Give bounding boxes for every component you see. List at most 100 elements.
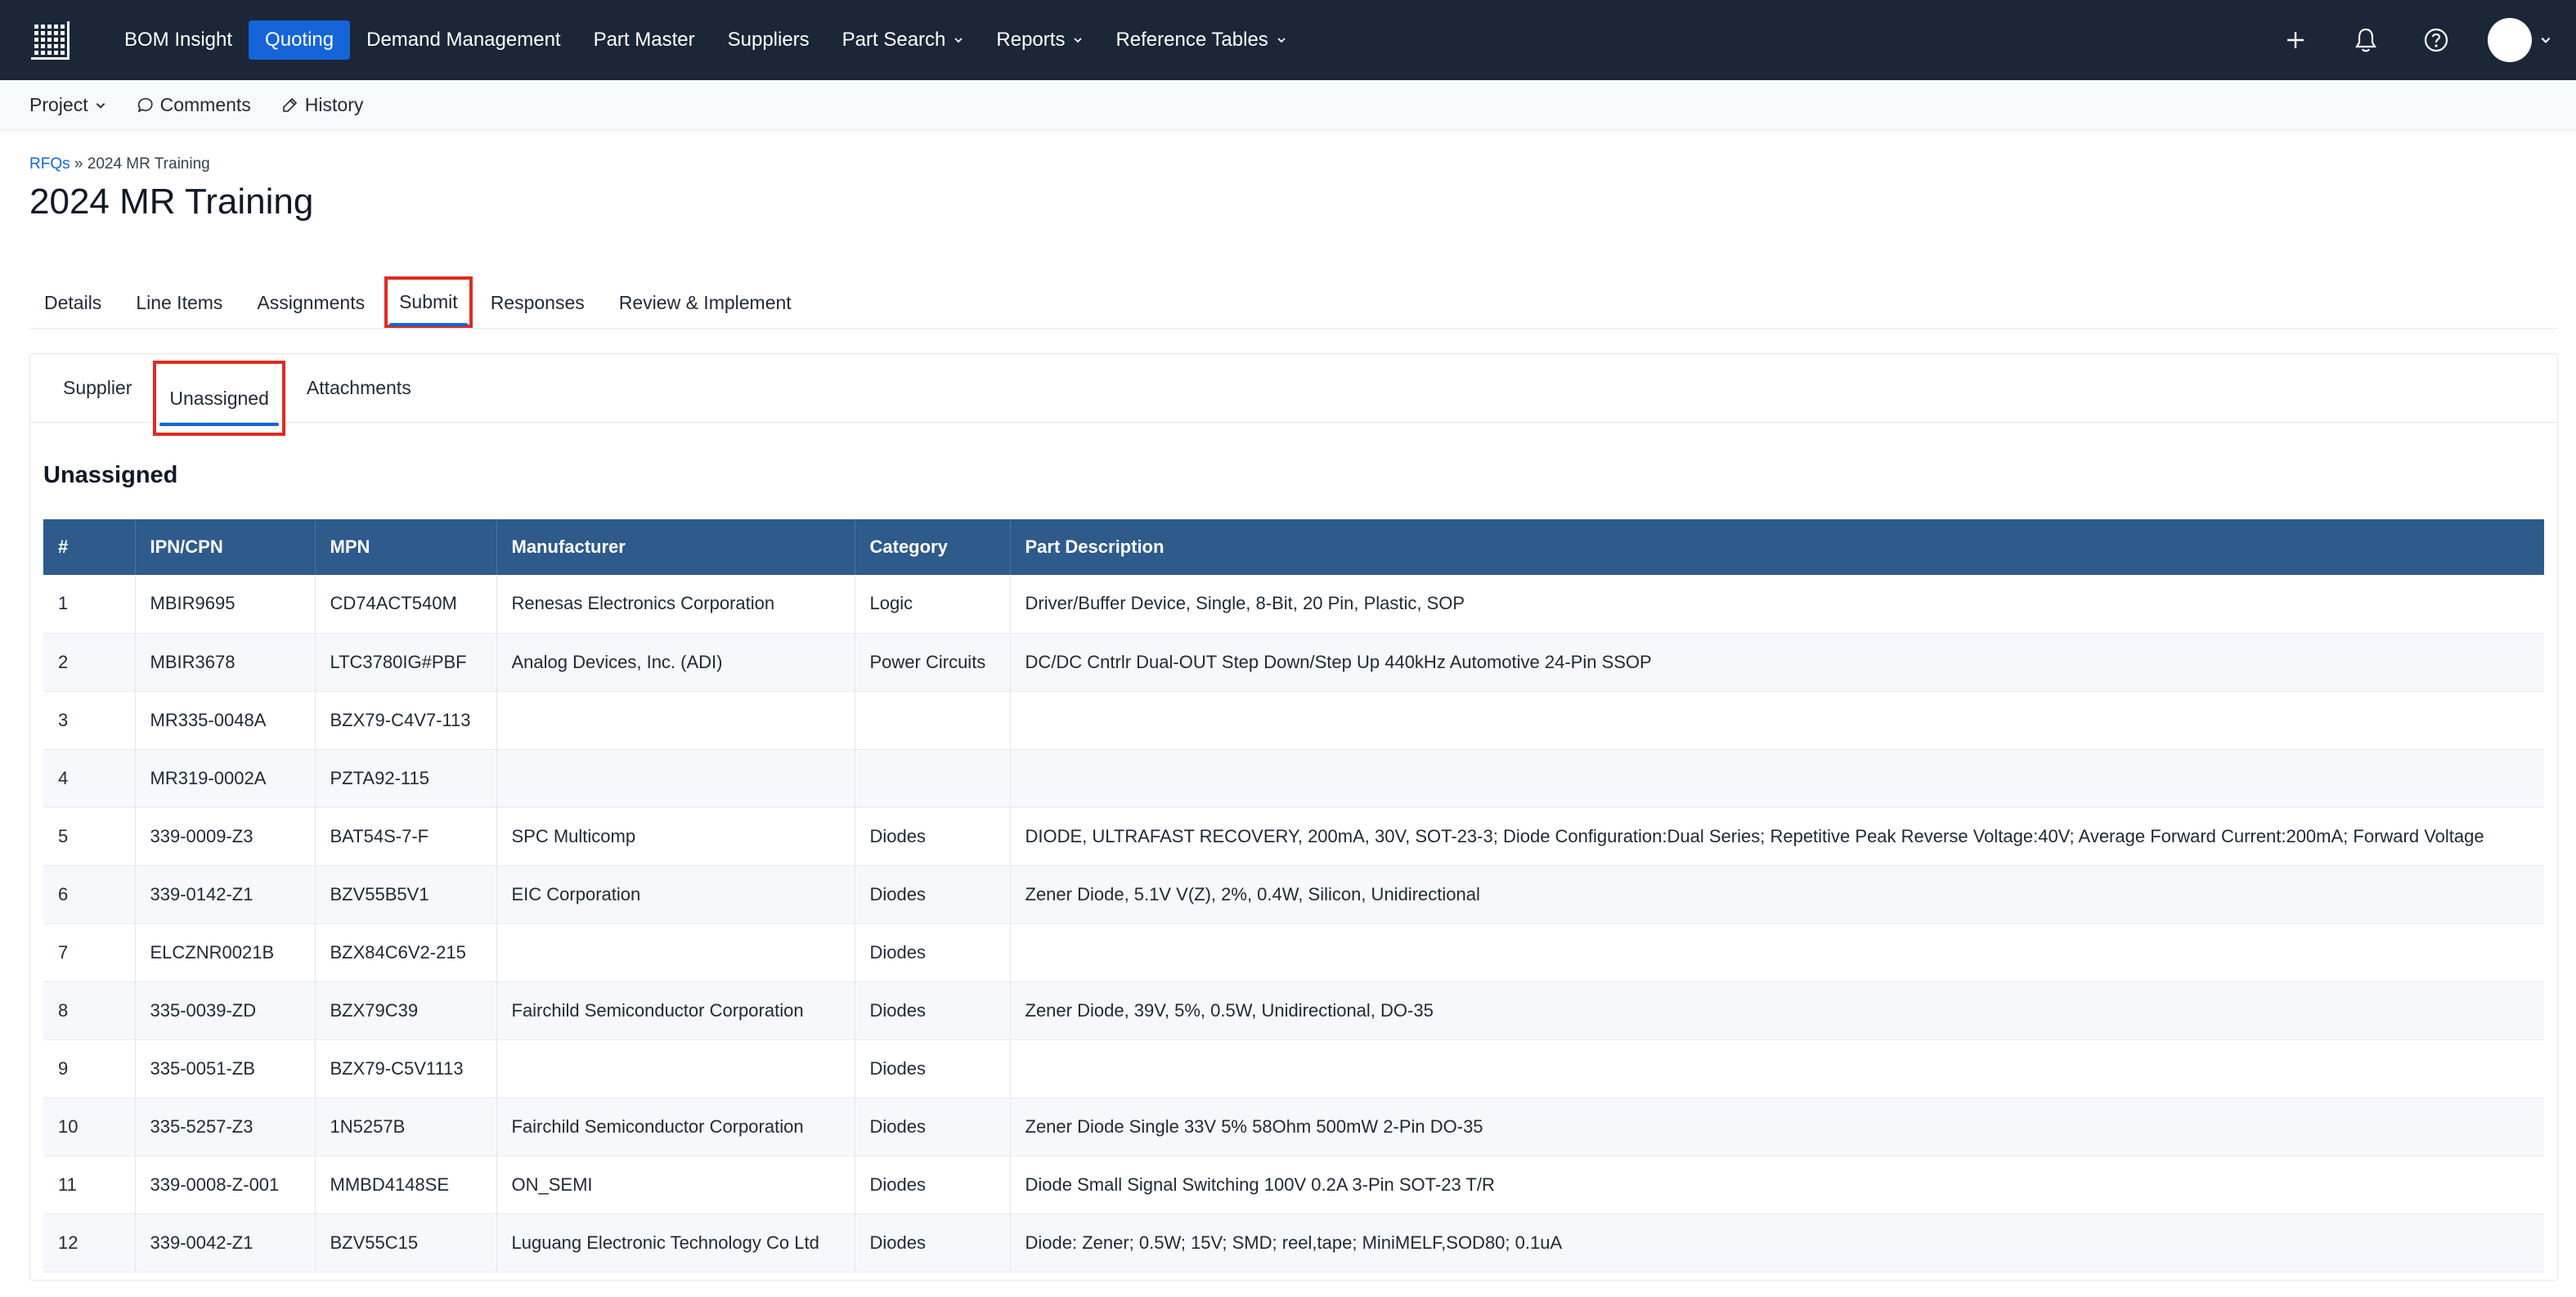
column-header-ipn-cpn[interactable]: IPN/CPN (135, 519, 316, 575)
nav-reports[interactable]: Reports (980, 20, 1099, 60)
cell-manufacturer (496, 691, 855, 750)
nav-label: Quoting (265, 29, 334, 51)
add-button[interactable] (2260, 0, 2331, 80)
cell-ipn-cpn: 335-0039-ZD (135, 981, 316, 1040)
cell-ipn-cpn: MR319-0002A (135, 749, 316, 808)
subtab-label: Attachments (306, 377, 411, 398)
table-row[interactable]: 4 MR319-0002A PZTA92-115 (43, 749, 2544, 808)
cell-number: 5 (43, 807, 136, 866)
tab-submit[interactable]: Submit (384, 276, 473, 328)
page-title: 2024 MR Training (29, 182, 314, 222)
table-row[interactable]: 5 339-0009-Z3 BAT54S-7-F SPC Multicomp Diode… (43, 807, 2544, 866)
cell-manufacturer: ON_SEMI (496, 1156, 855, 1214)
project-dropdown[interactable]: Project (29, 94, 106, 116)
column-header-part-description[interactable]: Part Description (1010, 519, 2544, 575)
table-row[interactable]: 10 335-5257-Z3 1N5257B Fairchild Semiconduc… (43, 1097, 2544, 1156)
comments-label: Comments (159, 94, 251, 115)
column-header-mpn[interactable]: MPN (315, 519, 497, 575)
column-header-manufacturer[interactable]: Manufacturer (496, 519, 855, 575)
tab-details[interactable]: Details (29, 278, 116, 328)
cell-part-description (1010, 691, 2544, 750)
nav-right-actions (2260, 0, 2576, 80)
nav-reference-tables[interactable]: Reference Tables (1099, 20, 1302, 60)
tab-assignments[interactable]: Assignments (242, 278, 379, 328)
cell-number: 12 (43, 1214, 136, 1272)
unassigned-table-wrapper[interactable]: # IPN/CPN MPN Manufacturer Category Part… (43, 519, 2544, 1272)
notifications-button[interactable] (2331, 0, 2401, 80)
comments-button[interactable]: Comments (136, 94, 251, 116)
app-logo-icon[interactable] (29, 20, 72, 62)
breadcrumb-rfqs-link[interactable]: RFQs (29, 155, 70, 173)
tab-label: Assignments (257, 292, 366, 313)
table-row[interactable]: 9 335-0051-ZB BZX79-C5V1113 Diodes (43, 1039, 2544, 1098)
cell-manufacturer: Renesas Electronics Corporation (496, 575, 855, 634)
cell-category: Logic (855, 575, 1011, 634)
nav-suppliers[interactable]: Suppliers (711, 20, 826, 60)
column-header-category[interactable]: Category (855, 519, 1011, 575)
history-label: History (304, 94, 364, 115)
tab-responses[interactable]: Responses (476, 278, 599, 328)
cell-category (855, 749, 1011, 808)
cell-number: 2 (43, 633, 136, 692)
cell-number: 6 (43, 865, 136, 924)
cell-mpn: MMBD4148SE (315, 1156, 497, 1214)
table-row[interactable]: 11 339-0008-Z-001 MMBD4148SE ON_SEMI Diodes D… (43, 1156, 2544, 1214)
nav-label: Demand Management (366, 29, 561, 51)
cell-mpn: BZV55C15 (315, 1214, 497, 1272)
cell-part-description: Zener Diode, 39V, 5%, 0.5W, Unidirection… (1010, 981, 2544, 1040)
cell-part-description: DC/DC Cntrlr Dual-OUT Step Down/Step Up … (1010, 633, 2544, 692)
table-row[interactable]: 8 335-0039-ZD BZX79C39 Fairchild Semiconduc… (43, 981, 2544, 1040)
nav-bom-insight[interactable]: BOM Insight (108, 20, 249, 60)
cell-ipn-cpn: 339-0008-Z-001 (135, 1156, 316, 1214)
cell-number: 7 (43, 923, 136, 982)
tab-review-implement[interactable]: Review & Implement (604, 278, 806, 328)
cell-manufacturer: Fairchild Semiconductor Corporation (496, 981, 855, 1040)
nav-demand-management[interactable]: Demand Management (350, 20, 577, 60)
cell-part-description (1010, 923, 2544, 982)
nav-label: Part Master (593, 29, 695, 51)
subtab-unassigned[interactable]: Unassigned (153, 361, 285, 436)
cell-manufacturer: EIC Corporation (496, 865, 855, 924)
subtab-supplier[interactable]: Supplier (47, 354, 148, 422)
cell-part-description: Driver/Buffer Device, Single, 8-Bit, 20 … (1010, 575, 2544, 634)
cell-mpn: BZV55B5V1 (315, 865, 497, 924)
history-button[interactable]: History (280, 94, 364, 116)
subtab-label: Unassigned (169, 387, 269, 409)
cell-mpn: LTC3780IG#PBF (315, 633, 497, 692)
nav-label: BOM Insight (124, 29, 233, 51)
table-row[interactable]: 2 MBIR3678 LTC3780IG#PBF Analog Devices, In… (43, 633, 2544, 692)
breadcrumb-separator: » (74, 155, 83, 173)
cell-part-description (1010, 1039, 2544, 1098)
nav-part-search[interactable]: Part Search (826, 20, 981, 60)
table-row[interactable]: 12 339-0042-Z1 BZV55C15 Luguang Electronic … (43, 1214, 2544, 1272)
nav-quoting[interactable]: Quoting (249, 20, 351, 60)
cell-part-description: Zener Diode Single 33V 5% 58Ohm 500mW 2-… (1010, 1097, 2544, 1156)
subtab-attachments[interactable]: Attachments (290, 354, 428, 422)
user-menu[interactable] (2488, 18, 2551, 62)
cell-manufacturer (496, 1039, 855, 1098)
cell-mpn: BAT54S-7-F (315, 807, 497, 866)
cell-mpn: PZTA92-115 (315, 749, 497, 808)
chevron-down-icon (1074, 38, 1083, 43)
cell-manufacturer: Analog Devices, Inc. (ADI) (496, 633, 855, 692)
cell-ipn-cpn: MBIR9695 (135, 575, 316, 634)
table-row[interactable]: 1 MBIR9695 CD74ACT540M Renesas Electronics … (43, 575, 2544, 634)
cell-number: 10 (43, 1097, 136, 1156)
column-header-number[interactable]: # (43, 519, 136, 575)
table-row[interactable]: 6 339-0142-Z1 BZV55B5V1 EIC Corporation Diod… (43, 865, 2544, 924)
main-nav: BOM Insight Quoting Demand Management Pa… (108, 0, 1303, 80)
cell-ipn-cpn: 339-0009-Z3 (135, 807, 316, 866)
cell-category: Diodes (855, 981, 1011, 1040)
nav-part-master[interactable]: Part Master (577, 20, 711, 60)
cell-mpn: BZX79C39 (315, 981, 497, 1040)
tab-label: Details (44, 292, 102, 313)
cell-number: 4 (43, 749, 136, 808)
help-button[interactable] (2401, 0, 2471, 80)
help-icon (2424, 28, 2448, 52)
submit-card: Supplier Unassigned Attachments Unassign… (29, 353, 2558, 1281)
plus-icon (2287, 32, 2304, 48)
cell-ipn-cpn: 339-0142-Z1 (135, 865, 316, 924)
tab-line-items[interactable]: Line Items (121, 278, 237, 328)
table-row[interactable]: 3 MR335-0048A BZX79-C4V7-113 (43, 691, 2544, 750)
table-row[interactable]: 7 ELCZNR0021B BZX84C6V2-215 Diodes (43, 923, 2544, 982)
